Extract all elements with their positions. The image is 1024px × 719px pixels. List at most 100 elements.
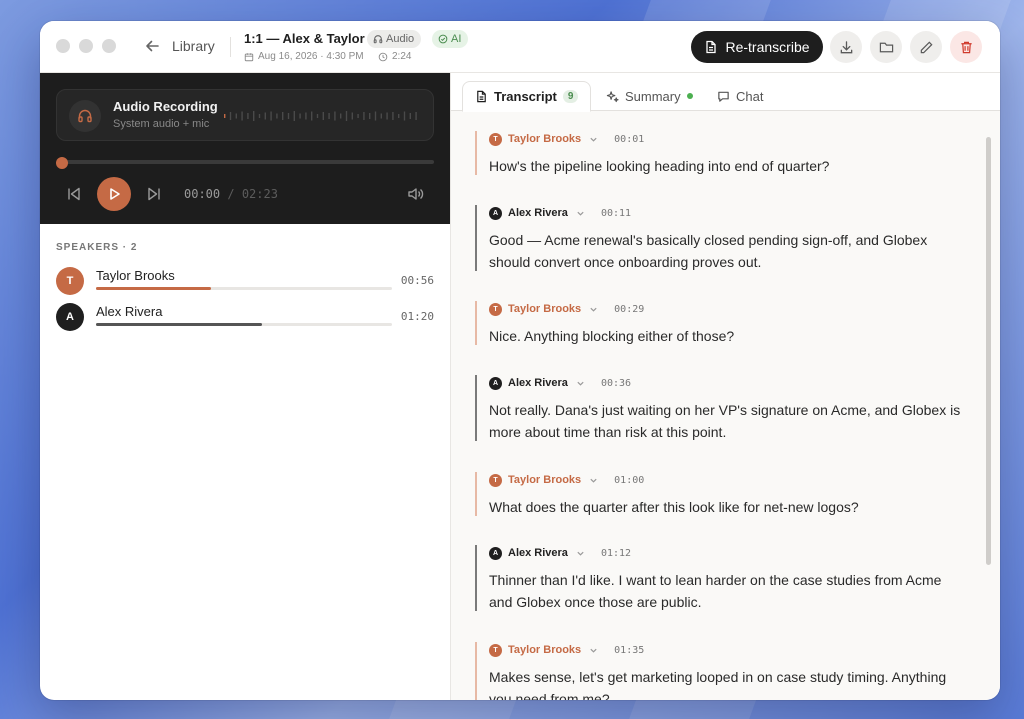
- ai-chip: AI: [432, 30, 469, 48]
- segment-timestamp[interactable]: 00:29: [614, 304, 644, 315]
- transcript-segment[interactable]: T Taylor Brooks 00:29 Nice. Anything blocki…: [475, 301, 965, 345]
- segment-text: Good — Acme renewal's basically closed p…: [489, 232, 928, 270]
- waveform-bar: [369, 113, 371, 119]
- speaker-rail: [475, 642, 477, 700]
- segment-speaker[interactable]: Taylor Brooks: [508, 303, 581, 315]
- calendar-icon: [244, 52, 254, 61]
- waveform-bar: [316, 114, 319, 118]
- edit-button[interactable]: [910, 31, 942, 63]
- waveform-bar: [276, 113, 278, 119]
- volume-icon[interactable]: [407, 186, 424, 202]
- back-arrow-icon[interactable]: [143, 37, 161, 55]
- chevron-down-icon[interactable]: [589, 476, 598, 485]
- segment-timestamp[interactable]: 01:35: [614, 645, 644, 656]
- tab-chat[interactable]: Chat: [705, 81, 775, 111]
- tab-summary-label: Summary: [625, 88, 681, 104]
- transcript-segment[interactable]: T Taylor Brooks 00:01 How's the pipeline lo…: [475, 131, 965, 175]
- current-time: 00:00: [184, 187, 221, 201]
- transcript-list: T Taylor Brooks 00:01 How's the pipeline lo…: [451, 111, 1000, 700]
- recording-source: System audio + mic: [113, 118, 210, 130]
- segment-speaker[interactable]: Taylor Brooks: [508, 474, 581, 486]
- avatar: T: [489, 473, 502, 487]
- trash-icon: [960, 41, 972, 53]
- progress-knob[interactable]: [56, 157, 68, 169]
- waveform-bar: [264, 112, 266, 120]
- speaker-row[interactable]: T Taylor Brooks 00:56: [56, 267, 434, 295]
- transcript-scrollbar[interactable]: [986, 137, 991, 565]
- waveform-bar: [398, 114, 400, 118]
- open-folder-button[interactable]: [870, 31, 902, 63]
- chevron-down-icon[interactable]: [589, 135, 598, 144]
- waveform-bar: [363, 112, 365, 120]
- waveform-bar: [299, 113, 301, 119]
- waveform-bar: [334, 111, 336, 121]
- segment-speaker[interactable]: Taylor Brooks: [508, 133, 581, 145]
- speaker-duration: 01:20: [400, 310, 434, 323]
- waveform-bar: [403, 111, 406, 121]
- waveform: [224, 111, 417, 121]
- title-bar: Library 1:1 — Alex & Taylor Audio AI Aug…: [40, 21, 1000, 73]
- chevron-down-icon[interactable]: [589, 305, 598, 314]
- transcript-segment[interactable]: A Alex Rivera 00:36 Not really. Dana's just…: [475, 375, 965, 441]
- chevron-down-icon[interactable]: [576, 209, 585, 218]
- talk-time-track: [96, 323, 392, 326]
- delete-button[interactable]: [950, 31, 982, 63]
- segment-timestamp[interactable]: 01:12: [601, 548, 631, 559]
- chevron-down-icon[interactable]: [589, 646, 598, 655]
- download-button[interactable]: [830, 31, 862, 63]
- waveform-bar: [287, 113, 290, 119]
- play-button[interactable]: [97, 177, 131, 211]
- library-link[interactable]: Library: [172, 38, 215, 54]
- pencil-icon: [920, 40, 933, 53]
- transcript-count-badge: 9: [562, 90, 579, 103]
- chevron-down-icon[interactable]: [576, 549, 585, 558]
- skip-forward-icon[interactable]: [146, 186, 162, 202]
- retranscribe-button[interactable]: Re-transcribe: [691, 31, 823, 63]
- close-window-button[interactable]: [56, 39, 70, 53]
- segment-timestamp[interactable]: 00:01: [614, 134, 644, 145]
- progress-track[interactable]: [62, 160, 434, 164]
- document-icon: [706, 40, 717, 54]
- transcript-segment[interactable]: T Taylor Brooks 01:00 What does the quarter…: [475, 472, 965, 516]
- app-window: Library 1:1 — Alex & Taylor Audio AI Aug…: [40, 21, 1000, 700]
- skip-back-icon[interactable]: [66, 186, 82, 202]
- retranscribe-label: Re-transcribe: [725, 39, 810, 55]
- speaker-rail: [475, 545, 477, 611]
- date-text: Aug 16, 2026 · 4:30 PM: [258, 51, 364, 62]
- segment-text: Nice. Anything blocking either of those?: [489, 328, 735, 344]
- minimize-window-button[interactable]: [79, 39, 93, 53]
- transcript-segment[interactable]: T Taylor Brooks 01:35 Makes sense, let's ge…: [475, 642, 965, 700]
- speaker-duration: 00:56: [400, 274, 434, 287]
- avatar: T: [489, 643, 502, 657]
- waveform-bar: [258, 114, 261, 118]
- clock-icon: [378, 52, 388, 61]
- waveform-bar: [293, 111, 295, 121]
- segment-timestamp[interactable]: 00:11: [601, 208, 631, 219]
- speaker-rail: [475, 301, 477, 345]
- segment-speaker[interactable]: Alex Rivera: [508, 377, 568, 389]
- chevron-down-icon[interactable]: [576, 379, 585, 388]
- segment-timestamp[interactable]: 01:00: [614, 475, 644, 486]
- tab-transcript[interactable]: Transcript 9: [462, 81, 592, 112]
- segment-header: A Alex Rivera 00:36: [489, 375, 631, 391]
- speaker-rail: [475, 472, 477, 516]
- avatar: A: [56, 303, 84, 331]
- waveform-bar: [340, 113, 342, 119]
- document-icon: [477, 90, 486, 103]
- tab-summary[interactable]: Summary: [594, 81, 705, 111]
- zoom-window-button[interactable]: [102, 39, 116, 53]
- waveform-bar: [345, 111, 348, 121]
- speaker-row[interactable]: A Alex Rivera 01:20: [56, 303, 434, 331]
- recording-title: 1:1 — Alex & Taylor: [244, 31, 365, 46]
- tab-transcript-label: Transcript: [494, 89, 557, 104]
- segment-speaker[interactable]: Taylor Brooks: [508, 644, 581, 656]
- transcript-segment[interactable]: A Alex Rivera 01:12 Thinner than I'd like. …: [475, 545, 965, 611]
- segment-speaker[interactable]: Alex Rivera: [508, 547, 568, 559]
- segment-timestamp[interactable]: 00:36: [601, 378, 631, 389]
- waveform-bar: [374, 111, 377, 121]
- segment-speaker[interactable]: Alex Rivera: [508, 207, 568, 219]
- duration-text: 2:24: [392, 51, 412, 62]
- playback-time: 00:00 / 02:23: [184, 187, 278, 201]
- transcript-segment[interactable]: A Alex Rivera 00:11 Good — Acme renewal's b…: [475, 205, 965, 271]
- tab-bar: Transcript 9 Summary Chat: [451, 73, 1000, 112]
